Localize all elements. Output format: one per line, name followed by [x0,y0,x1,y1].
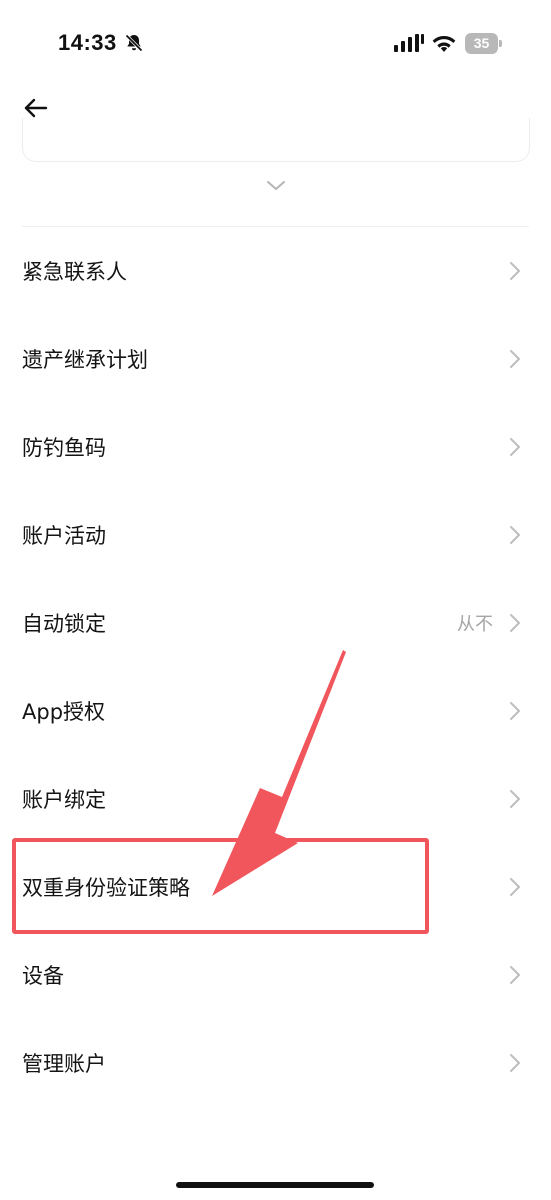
chevron-right-icon [510,614,520,632]
chevron-right-icon [510,966,520,984]
chevron-right-icon [510,702,520,720]
menu-item-label: 紧急联系人 [22,260,127,284]
menu-item-account-activity[interactable]: 账户活动 [0,491,551,579]
menu-item-label: 遗产继承计划 [22,348,148,372]
auto-lock-value: 从不 [457,614,493,635]
menu-item-manage-accounts[interactable]: 管理账户 [0,1019,551,1107]
collapsed-card [22,118,530,162]
chevron-right-icon [510,790,520,808]
battery-level: 35 [465,33,498,54]
chevron-right-icon [510,350,520,368]
menu-item-account-binding[interactable]: 账户绑定 [0,755,551,843]
home-indicator [176,1182,374,1188]
menu-item-label: 防钓鱼码 [22,436,106,460]
menu-item-emergency-contact[interactable]: 紧急联系人 [0,227,551,315]
menu-item-auto-lock[interactable]: 自动锁定 从不 [0,579,551,667]
security-menu-list: 紧急联系人 遗产继承计划 防钓鱼码 账户活动 自动锁定 从不 App授权 账户绑… [0,227,551,1107]
menu-item-label: 自动锁定 [22,612,106,636]
menu-item-anti-phishing-code[interactable]: 防钓鱼码 [0,403,551,491]
chevron-right-icon [510,526,520,544]
bell-muted-icon [125,34,143,52]
chevron-right-icon [510,438,520,456]
status-bar: 14:33 35 [0,0,551,90]
menu-item-label: App授权 [22,700,106,724]
chevron-right-icon [510,878,520,896]
screen: 14:33 35 紧急联系人 遗产继承计划 防钓鱼码 账户活动 自动锁定 从不 … [0,0,551,1200]
menu-item-label: 设备 [22,964,64,988]
battery-icon: 35 [465,33,502,54]
menu-item-inheritance-plan[interactable]: 遗产继承计划 [0,315,551,403]
chevron-right-icon [510,1054,520,1072]
status-time: 14:33 [58,30,117,55]
menu-item-devices[interactable]: 设备 [0,931,551,1019]
chevron-right-icon [510,262,520,280]
menu-item-label: 账户活动 [22,524,106,548]
menu-item-label: 管理账户 [22,1052,106,1076]
battery-tip [499,40,502,47]
menu-item-2fa-policy[interactable]: 双重身份验证策略 [0,843,551,931]
signal-icon [394,34,424,52]
menu-item-label: 账户绑定 [22,788,106,812]
menu-item-app-authorization[interactable]: App授权 [0,667,551,755]
menu-item-label: 双重身份验证策略 [22,876,190,900]
chevron-down-icon[interactable] [264,178,288,194]
wifi-icon [432,35,456,52]
